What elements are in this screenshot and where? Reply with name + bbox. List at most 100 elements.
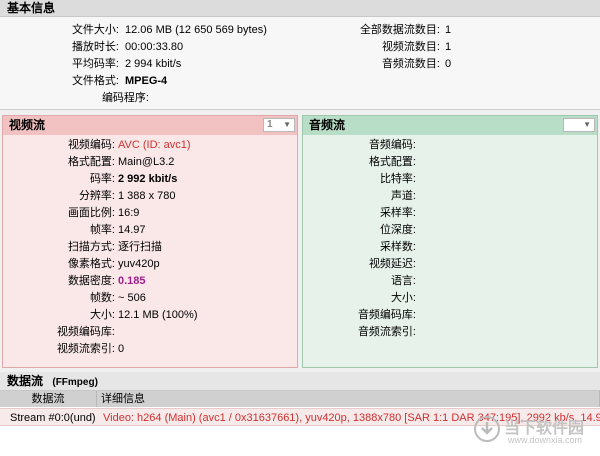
audio-label: 格式配置: bbox=[368, 156, 416, 168]
audio-row-samples: 采样数: bbox=[303, 239, 597, 256]
audio-row-library: 音频编码库: bbox=[303, 307, 597, 324]
video-stream-selector[interactable]: 1 ▼ bbox=[263, 118, 295, 132]
video-label: 视频编码: bbox=[67, 139, 115, 151]
info-row-encoder: 编码程序: bbox=[0, 90, 300, 107]
audio-label: 声道: bbox=[390, 190, 416, 202]
video-value: yuv420p bbox=[118, 258, 160, 270]
info-value: 12.06 MB (12 650 569 bytes) bbox=[125, 24, 267, 36]
video-row-pixfmt: 像素格式: yuv420p bbox=[3, 256, 297, 273]
video-value: ~ 506 bbox=[118, 292, 146, 304]
audio-label: 采样数: bbox=[379, 241, 416, 253]
info-label: 视频流数目: bbox=[381, 41, 440, 53]
video-label: 帧率: bbox=[89, 224, 115, 236]
video-stream-panel: 视频流 1 ▼ 视频编码: AVC (ID: avc1) 格式配置: Main@… bbox=[2, 115, 298, 368]
video-value: 16:9 bbox=[118, 207, 140, 219]
video-row-aspect: 画面比例: 16:9 bbox=[3, 205, 297, 222]
video-label: 数据密度: bbox=[67, 275, 115, 287]
audio-row-bitdepth: 位深度: bbox=[303, 222, 597, 239]
info-value: MPEG-4 bbox=[125, 75, 168, 87]
video-row-density: 数据密度: 0.185 bbox=[3, 273, 297, 290]
chevron-down-icon: ▼ bbox=[583, 120, 591, 129]
audio-panel-header: 音频流 ▼ bbox=[303, 116, 597, 135]
audio-label: 采样率: bbox=[379, 207, 416, 219]
info-label: 编码程序: bbox=[101, 92, 149, 104]
video-row-framerate: 帧率: 14.97 bbox=[3, 222, 297, 239]
video-label: 视频编码库: bbox=[56, 326, 115, 338]
video-value: 逐行扫描 bbox=[118, 241, 162, 253]
basic-info-section: 文件大小: 12.06 MB (12 650 569 bytes) 播放时长: … bbox=[0, 17, 600, 110]
audio-label: 音频流索引: bbox=[357, 326, 416, 338]
info-value: 0 bbox=[445, 58, 452, 70]
info-label: 文件格式: bbox=[71, 75, 119, 87]
watermark-url: www.downxia.com bbox=[508, 435, 583, 445]
video-value: 14.97 bbox=[118, 224, 146, 236]
info-row-audio-streams: 音频流数目: 0 bbox=[300, 56, 600, 73]
info-label: 文件大小: bbox=[71, 24, 119, 36]
video-row-size: 大小: 12.1 MB (100%) bbox=[3, 307, 297, 324]
stream-id-cell: Stream #0:0(und) bbox=[10, 412, 96, 424]
video-value: 0 bbox=[118, 343, 125, 355]
video-value: 2 992 kbit/s bbox=[118, 173, 178, 185]
info-label: 全部数据流数目: bbox=[359, 24, 440, 36]
video-value: AVC (ID: avc1) bbox=[118, 139, 191, 151]
video-row-scan: 扫描方式: 逐行扫描 bbox=[3, 239, 297, 256]
audio-row-codec: 音频编码: bbox=[303, 137, 597, 154]
video-value: 12.1 MB (100%) bbox=[118, 309, 198, 321]
audio-label: 音频编码库: bbox=[357, 309, 416, 321]
selector-value: 1 bbox=[267, 119, 273, 130]
video-row-codec: 视频编码: AVC (ID: avc1) bbox=[3, 137, 297, 154]
video-label: 大小: bbox=[89, 309, 115, 321]
info-row-bitrate: 平均码率: 2 994 kbit/s bbox=[0, 56, 300, 73]
video-value: 1 388 x 780 bbox=[118, 190, 176, 202]
video-panel-header: 视频流 1 ▼ bbox=[3, 116, 297, 135]
info-row-total-streams: 全部数据流数目: 1 bbox=[300, 22, 600, 39]
audio-row-bitrate: 比特率: bbox=[303, 171, 597, 188]
info-row-video-streams: 视频流数目: 1 bbox=[300, 39, 600, 56]
video-value: 0.185 bbox=[118, 275, 146, 287]
video-label: 帧数: bbox=[89, 292, 115, 304]
video-label: 像素格式: bbox=[67, 258, 115, 270]
audio-row-profile: 格式配置: bbox=[303, 154, 597, 171]
video-label: 格式配置: bbox=[67, 156, 115, 168]
info-label: 播放时长: bbox=[71, 41, 119, 53]
video-row-frames: 帧数: ~ 506 bbox=[3, 290, 297, 307]
video-row-library: 视频编码库: bbox=[3, 324, 297, 341]
audio-panel-title: 音频流 bbox=[309, 118, 346, 132]
info-row-file-size: 文件大小: 12.06 MB (12 650 569 bytes) bbox=[0, 22, 300, 39]
watermark-logo: 当下软件园 www.downxia.com bbox=[474, 412, 594, 450]
audio-row-size: 大小: bbox=[303, 290, 597, 307]
info-label: 平均码率: bbox=[71, 58, 119, 70]
video-row-bitrate: 码率: 2 992 kbit/s bbox=[3, 171, 297, 188]
info-label: 音频流数目: bbox=[381, 58, 440, 70]
info-value: 2 994 kbit/s bbox=[125, 58, 182, 70]
info-row-duration: 播放时长: 00:00:33.80 bbox=[0, 39, 300, 56]
chevron-down-icon: ▼ bbox=[283, 120, 291, 129]
basic-info-header: 基本信息 bbox=[0, 0, 600, 17]
streams-title: 数据流 bbox=[7, 374, 44, 388]
video-label: 画面比例: bbox=[67, 207, 115, 219]
info-value: 1 bbox=[445, 24, 452, 36]
audio-label: 音频编码: bbox=[368, 139, 416, 151]
audio-label: 位深度: bbox=[379, 224, 416, 236]
column-header-stream[interactable]: 数据流 bbox=[0, 391, 97, 407]
video-label: 分辨率: bbox=[78, 190, 115, 202]
video-value: Main@L3.2 bbox=[118, 156, 175, 168]
download-logo-icon bbox=[474, 416, 500, 442]
info-value: 1 bbox=[445, 41, 452, 53]
audio-row-index: 音频流索引: bbox=[303, 324, 597, 341]
audio-row-delay: 视频延迟: bbox=[303, 256, 597, 273]
audio-label: 比特率: bbox=[379, 173, 416, 185]
audio-row-samplerate: 采样率: bbox=[303, 205, 597, 222]
video-panel-title: 视频流 bbox=[9, 118, 46, 132]
video-row-resolution: 分辨率: 1 388 x 780 bbox=[3, 188, 297, 205]
video-row-index: 视频流索引: 0 bbox=[3, 341, 297, 358]
video-row-profile: 格式配置: Main@L3.2 bbox=[3, 154, 297, 171]
audio-row-channels: 声道: bbox=[303, 188, 597, 205]
video-label: 视频流索引: bbox=[56, 343, 115, 355]
column-header-detail[interactable]: 详细信息 bbox=[97, 391, 600, 407]
video-label: 码率: bbox=[89, 173, 115, 185]
audio-stream-panel: 音频流 ▼ 音频编码: 格式配置: 比特率: 声道: 采样率: 位深度: 采样数… bbox=[302, 115, 598, 368]
info-value: 00:00:33.80 bbox=[125, 41, 184, 53]
audio-stream-selector[interactable]: ▼ bbox=[563, 118, 595, 132]
info-row-format: 文件格式: MPEG-4 bbox=[0, 73, 300, 90]
